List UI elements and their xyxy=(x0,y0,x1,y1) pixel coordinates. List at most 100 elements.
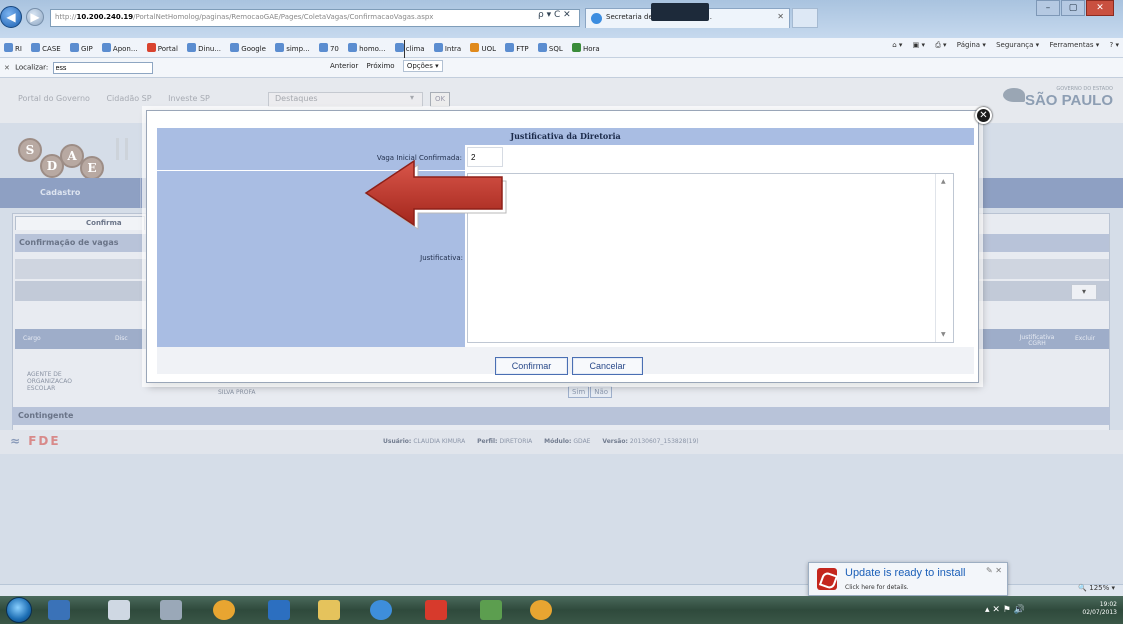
cell-cargo: AGENTE DE ORGANIZACAO ESCOLAR xyxy=(27,371,72,392)
filter-dropdown[interactable]: ▾ xyxy=(1071,284,1097,300)
windows-taskbar: ▴ ✕ ⚑ 🔊 19:02 02/07/2013 xyxy=(0,596,1123,624)
tools-menu[interactable]: Ferramentas ▾ xyxy=(1049,41,1099,49)
window-close-button[interactable]: ✕ xyxy=(1086,0,1114,16)
favorite-link[interactable]: Google xyxy=(230,43,266,53)
favorite-link[interactable]: Apon... xyxy=(101,43,138,53)
favorite-icon xyxy=(433,43,443,52)
favorite-icon xyxy=(318,43,328,52)
app-taskbar-icon[interactable] xyxy=(213,600,235,620)
ie-page-icon xyxy=(591,13,602,24)
clock[interactable]: 19:02 02/07/2013 xyxy=(1082,601,1117,617)
menu-item-cadastro[interactable]: Cadastro xyxy=(40,188,80,197)
sim-nao-buttons: Sim Não xyxy=(568,386,613,398)
favorite-link[interactable]: 70 xyxy=(318,43,339,53)
favorite-link[interactable]: SQL xyxy=(537,43,563,53)
favorite-icon xyxy=(505,43,515,52)
favorite-link[interactable]: homo... xyxy=(348,43,385,53)
tab-confirmacao[interactable]: Confirma xyxy=(15,216,145,230)
update-notification[interactable]: Update is ready to install Click here fo… xyxy=(808,562,1008,596)
taskbar-preview-icon xyxy=(651,3,709,21)
portal-link[interactable]: Cidadão SP xyxy=(106,94,151,103)
window-controls: – ▢ ✕ xyxy=(1035,0,1115,18)
column-header: Excluir xyxy=(1075,335,1096,342)
media-taskbar-icon[interactable] xyxy=(160,600,182,620)
favorite-link[interactable]: UOL xyxy=(470,43,496,53)
find-label: Localizar: xyxy=(15,63,49,72)
address-tools[interactable]: ρ ▾ C ✕ xyxy=(538,10,571,20)
scroll-up-icon[interactable]: ▲ xyxy=(941,178,946,185)
favorite-link[interactable]: GIP xyxy=(69,43,93,53)
page-menu[interactable]: Página ▾ xyxy=(957,41,986,49)
scroll-down-icon[interactable]: ▼ xyxy=(941,331,946,338)
sim-button[interactable]: Sim xyxy=(568,386,590,398)
help-icon[interactable]: ? ▾ xyxy=(1110,41,1119,49)
cancelar-button[interactable]: Cancelar xyxy=(572,357,643,375)
nao-button[interactable]: Não xyxy=(590,386,613,398)
print-icon[interactable]: ⎙ ▾ xyxy=(935,41,946,49)
annotation-arrow-icon xyxy=(364,159,507,230)
start-button[interactable] xyxy=(6,597,32,623)
favorite-link[interactable]: Hora xyxy=(571,43,600,53)
favorite-icon xyxy=(571,43,581,52)
address-bar[interactable]: http://10.200.240.19/PortalNetHomolog/pa… xyxy=(50,9,580,27)
confirmar-button[interactable]: Confirmar xyxy=(495,357,568,375)
bird-logo-icon xyxy=(1003,88,1025,102)
folder-taskbar-icon[interactable] xyxy=(318,600,340,620)
favorite-link[interactable]: CASE xyxy=(31,43,61,53)
app4-taskbar-icon[interactable] xyxy=(530,600,552,620)
explorer-taskbar-icon[interactable] xyxy=(108,600,130,620)
favorite-icon xyxy=(470,43,480,52)
textarea-scrollbar[interactable]: ▲ ▼ xyxy=(935,174,953,342)
find-previous-button[interactable]: Anterior xyxy=(330,62,358,70)
maximize-button[interactable]: ▢ xyxy=(1061,0,1085,16)
favorite-link[interactable]: clima xyxy=(394,43,425,53)
url-prefix: http:// xyxy=(55,13,77,21)
column-header: Cargo xyxy=(23,335,41,342)
favorite-icon xyxy=(230,43,240,52)
security-menu[interactable]: Segurança ▾ xyxy=(996,41,1039,49)
favorite-icon xyxy=(146,43,156,52)
favorite-icon xyxy=(69,43,79,52)
favorite-link[interactable]: Intra xyxy=(433,43,461,53)
ok-button[interactable]: OK xyxy=(430,92,450,107)
portal-link[interactable]: Investe SP xyxy=(168,94,210,103)
minimize-button[interactable]: – xyxy=(1036,0,1060,16)
favorite-icon xyxy=(187,43,197,52)
zoom-level[interactable]: 🔍 125% ▾ xyxy=(1078,584,1115,592)
favorite-link[interactable]: simp... xyxy=(275,43,310,53)
find-input[interactable] xyxy=(52,62,153,74)
url-path: /PortalNetHomolog/paginas/RemocaoGAE/Pag… xyxy=(133,13,434,21)
url-host: 10.200.240.19 xyxy=(76,13,134,21)
word-taskbar-icon[interactable] xyxy=(268,600,290,620)
find-options-button[interactable]: Opções ▾ xyxy=(402,60,443,72)
favorite-link[interactable]: Dinu... xyxy=(187,43,221,53)
app2-taskbar-icon[interactable] xyxy=(425,600,447,620)
back-button[interactable]: ◀ xyxy=(0,6,22,28)
system-tray-icons[interactable]: ▴ ✕ ⚑ 🔊 xyxy=(985,605,1025,615)
favorite-link[interactable]: Portal xyxy=(146,43,178,53)
find-next-button[interactable]: Próximo xyxy=(367,62,395,70)
footer-logo-icon: ≈ xyxy=(10,434,29,448)
favorite-link[interactable]: RI xyxy=(4,43,22,53)
dialog-footer: Confirmar Cancelar xyxy=(157,347,974,375)
portal-link[interactable]: Portal do Governo xyxy=(18,94,90,103)
home-icon[interactable]: ⌂ ▾ xyxy=(892,41,902,49)
destaques-select[interactable]: Destaques ▾ xyxy=(268,92,423,107)
favorite-link[interactable]: FTP xyxy=(505,43,529,53)
favorite-icon xyxy=(394,43,404,52)
feeds-icon[interactable]: ▣ ▾ xyxy=(913,41,925,49)
justificativa-textarea[interactable]: teste xyxy=(467,173,954,343)
notification-close-icon[interactable]: ✎ ✕ xyxy=(986,566,1002,575)
app3-taskbar-icon[interactable] xyxy=(480,600,502,620)
mouse-text-cursor xyxy=(404,40,405,58)
sdae-logo: S D A E xyxy=(18,136,130,184)
find-bar: ✕ Localizar: Anterior Próximo Opções ▾ xyxy=(0,58,1123,78)
forward-button[interactable]: ▶ xyxy=(26,8,44,26)
new-tab-button[interactable] xyxy=(792,8,818,28)
contingente-section: Contingente xyxy=(12,407,1110,425)
ie-active-taskbar-icon[interactable] xyxy=(370,600,392,620)
find-close-icon[interactable]: ✕ xyxy=(4,64,10,72)
dialog-close-button[interactable]: ✕ xyxy=(975,107,992,124)
tab-close-icon[interactable]: ✕ xyxy=(777,12,784,21)
ie-taskbar-icon[interactable] xyxy=(48,600,70,620)
